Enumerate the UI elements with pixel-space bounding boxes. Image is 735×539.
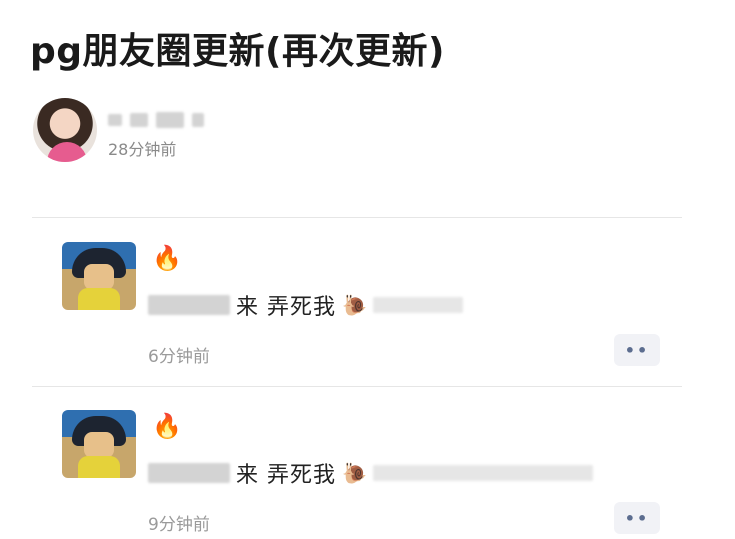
commenter-avatar[interactable] xyxy=(62,410,136,478)
page-title: pg朋友圈更新(再次更新) xyxy=(30,31,445,72)
comment-text-row: 来 弄死我 🐌 xyxy=(148,458,593,488)
more-options-button[interactable]: •• xyxy=(614,334,660,366)
comment-item: 🔥 来 弄死我 🐌 6分钟前 •• xyxy=(60,242,680,392)
author-name-redacted xyxy=(108,112,218,128)
comment-timestamp: 9分钟前 xyxy=(148,515,210,535)
redacted-name xyxy=(148,463,230,483)
comment-item: 🔥 来 弄死我 🐌 9分钟前 •• xyxy=(60,410,680,539)
fire-emoji: 🔥 xyxy=(152,244,182,272)
snail-emoji: 🐌 xyxy=(342,293,367,317)
divider xyxy=(32,217,682,218)
page: pg朋友圈更新(再次更新) 28分钟前 🔥 来 弄死我 🐌 6分钟前 •• 🔥 … xyxy=(0,0,735,539)
divider xyxy=(32,386,682,387)
author-timestamp: 28分钟前 xyxy=(108,140,177,159)
fire-emoji: 🔥 xyxy=(152,412,182,440)
snail-emoji: 🐌 xyxy=(342,461,367,485)
comment-text: 来 弄死我 xyxy=(236,295,336,320)
comment-text-row: 来 弄死我 🐌 xyxy=(148,290,463,320)
redacted-name xyxy=(148,295,230,315)
author-avatar[interactable] xyxy=(33,98,97,162)
comment-timestamp: 6分钟前 xyxy=(148,347,210,367)
more-options-button[interactable]: •• xyxy=(614,502,660,534)
commenter-avatar[interactable] xyxy=(62,242,136,310)
comment-text: 来 弄死我 xyxy=(236,463,336,488)
